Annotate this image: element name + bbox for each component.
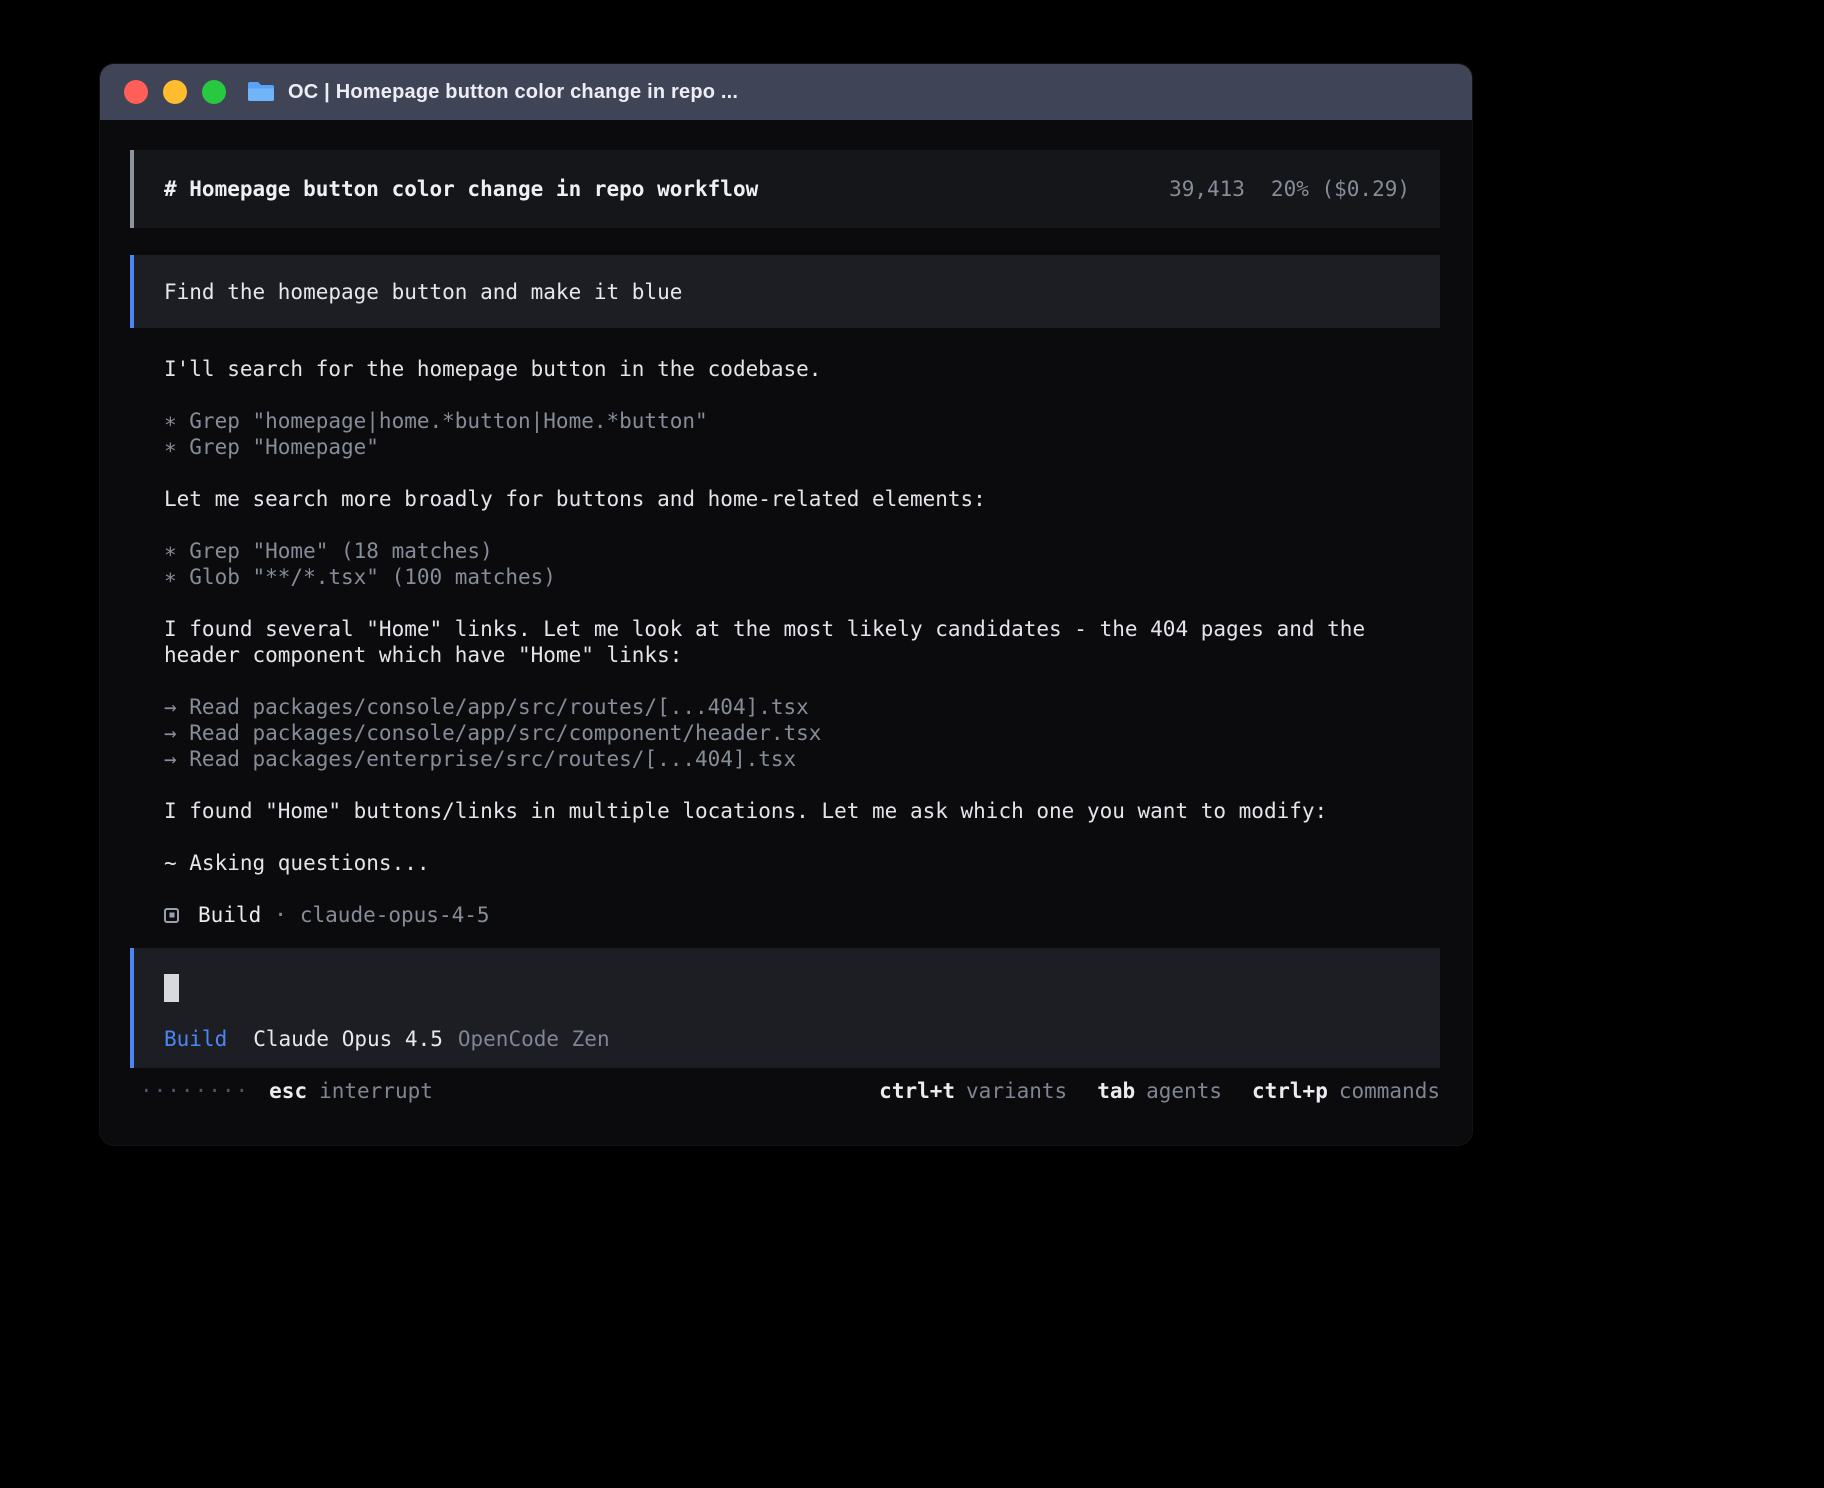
progress-dots: ········ bbox=[140, 1078, 249, 1104]
window-titlebar[interactable]: OC | Homepage button color change in rep… bbox=[100, 64, 1472, 120]
tool-call-line: → Read packages/console/app/src/componen… bbox=[164, 720, 1440, 746]
shortcut-label: variants bbox=[966, 1078, 1067, 1104]
input-provider-label: OpenCode Zen bbox=[458, 1026, 610, 1052]
shortcut-key: tab bbox=[1097, 1078, 1135, 1104]
tool-call-group: ∗ Grep "homepage|home.*button|Home.*butt… bbox=[164, 408, 1440, 460]
interrupt-hint: esc interrupt bbox=[269, 1078, 433, 1104]
esc-key-label: interrupt bbox=[319, 1078, 433, 1104]
shortcut-key: ctrl+t bbox=[879, 1078, 955, 1104]
traffic-lights bbox=[124, 80, 226, 104]
token-count: 39,413 bbox=[1169, 176, 1245, 202]
session-header: # Homepage button color change in repo w… bbox=[130, 150, 1440, 228]
input-model-label: Claude Opus 4.5 bbox=[253, 1026, 443, 1052]
tool-call-line: ∗ Grep "homepage|home.*button|Home.*butt… bbox=[164, 408, 1440, 434]
assistant-paragraph: Let me search more broadly for buttons a… bbox=[164, 486, 1440, 512]
shortcut-commands: ctrl+p commands bbox=[1252, 1078, 1440, 1104]
assistant-paragraph: I found several "Home" links. Let me loo… bbox=[164, 616, 1440, 668]
desktop-background: OC | Homepage button color change in rep… bbox=[0, 0, 1824, 1488]
shortcut-hints: ctrl+t variants tab agents ctrl+p comman… bbox=[879, 1078, 1440, 1104]
prompt-input[interactable]: Build Claude Opus 4.5 OpenCode Zen bbox=[130, 948, 1440, 1068]
user-message-text: Find the homepage button and make it blu… bbox=[164, 279, 682, 305]
folder-icon bbox=[246, 80, 276, 104]
assistant-paragraph: I found "Home" buttons/links in multiple… bbox=[164, 798, 1440, 824]
agent-status-line: Build · claude-opus-4-5 bbox=[164, 902, 1440, 928]
shortcut-agents: tab agents bbox=[1097, 1078, 1222, 1104]
session-title: # Homepage button color change in repo w… bbox=[164, 176, 758, 202]
tool-call-group: → Read packages/console/app/src/routes/[… bbox=[164, 694, 1440, 772]
assistant-transcript: I'll search for the homepage button in t… bbox=[164, 356, 1440, 928]
tool-call-line: ∗ Grep "Home" (18 matches) bbox=[164, 538, 1440, 564]
zoom-button[interactable] bbox=[202, 80, 226, 104]
session-stats: 39,413 20% ($0.29) bbox=[1169, 176, 1410, 202]
input-mode-label: Build bbox=[164, 1026, 227, 1052]
tool-call-line: → Read packages/console/app/src/routes/[… bbox=[164, 694, 1440, 720]
terminal-window: OC | Homepage button color change in rep… bbox=[100, 64, 1472, 1145]
text-cursor bbox=[164, 974, 179, 1002]
shortcut-key: ctrl+p bbox=[1252, 1078, 1328, 1104]
tool-call-group: ∗ Grep "Home" (18 matches) ∗ Glob "**/*.… bbox=[164, 538, 1440, 590]
shortcut-variants: ctrl+t variants bbox=[879, 1078, 1067, 1104]
input-meta: Build Claude Opus 4.5 OpenCode Zen bbox=[164, 1026, 1410, 1052]
agent-icon bbox=[164, 908, 179, 923]
user-message: Find the homepage button and make it blu… bbox=[130, 255, 1440, 328]
terminal-content: # Homepage button color change in repo w… bbox=[100, 120, 1472, 1104]
shortcut-label: agents bbox=[1146, 1078, 1222, 1104]
esc-key-hint: esc bbox=[269, 1078, 307, 1104]
agent-separator: · bbox=[274, 902, 287, 928]
tool-call-line: ∗ Grep "Homepage" bbox=[164, 434, 1440, 460]
tool-call-line: → Read packages/enterprise/src/routes/[.… bbox=[164, 746, 1440, 772]
shortcut-label: commands bbox=[1339, 1078, 1440, 1104]
minimize-button[interactable] bbox=[163, 80, 187, 104]
working-status: ~ Asking questions... bbox=[164, 850, 1440, 876]
close-button[interactable] bbox=[124, 80, 148, 104]
context-usage: 20% ($0.29) bbox=[1271, 176, 1410, 202]
window-title: OC | Homepage button color change in rep… bbox=[288, 81, 738, 104]
assistant-paragraph: I'll search for the homepage button in t… bbox=[164, 356, 1440, 382]
status-bar: ········ esc interrupt ctrl+t variants t… bbox=[130, 1078, 1440, 1104]
agent-name: Build bbox=[198, 902, 261, 928]
tool-call-line: ∗ Glob "**/*.tsx" (100 matches) bbox=[164, 564, 1440, 590]
agent-model: claude-opus-4-5 bbox=[300, 902, 490, 928]
